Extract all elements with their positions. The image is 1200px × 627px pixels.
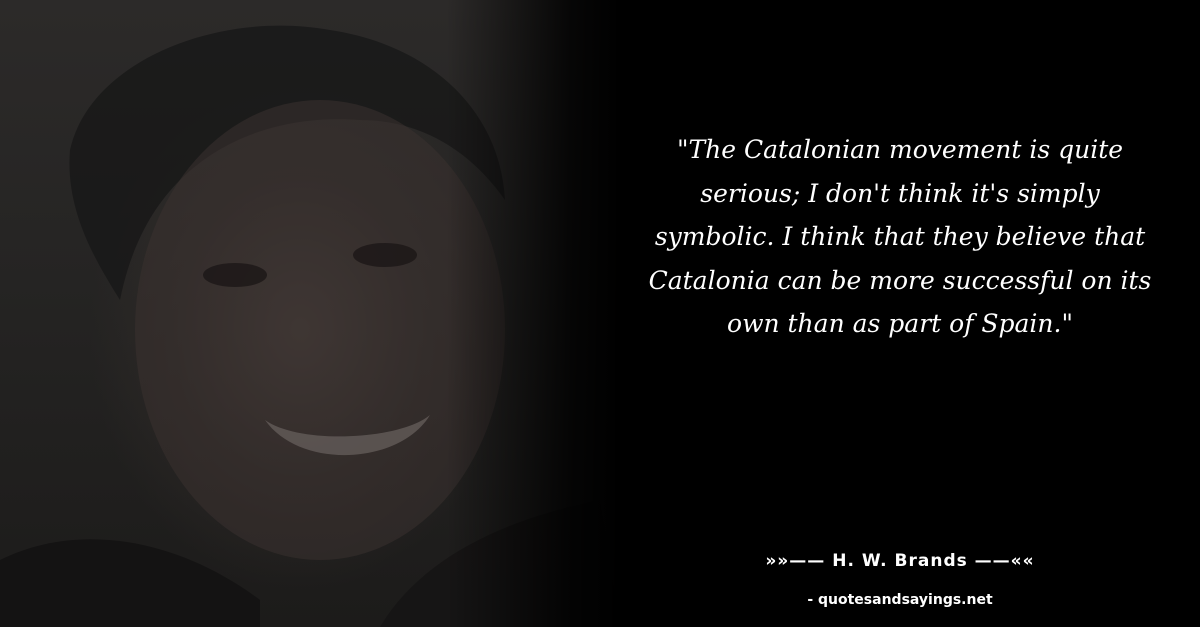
quote-text: "The Catalonian movement is quite seriou… <box>648 135 1152 338</box>
author-name: »»—— H. W. Brands ——«« <box>765 551 1035 571</box>
quote-card: "The Catalonian movement is quite seriou… <box>0 0 1200 627</box>
portrait-image <box>0 25 620 627</box>
website-credit: - quotesandsayings.net <box>807 592 993 608</box>
author-portrait <box>0 0 620 627</box>
